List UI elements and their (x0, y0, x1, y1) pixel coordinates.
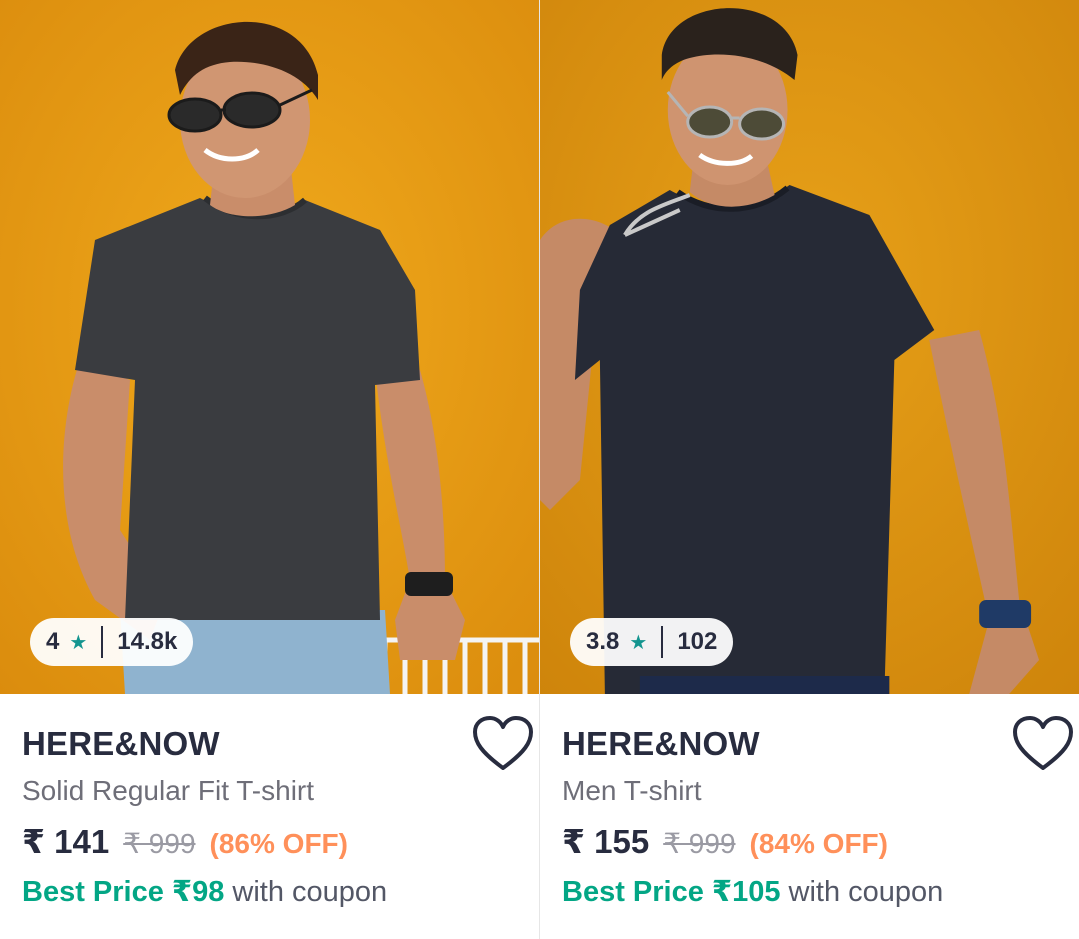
rating-badge: 4 ★ 14.8k (30, 618, 194, 666)
rating-divider (661, 626, 664, 658)
product-info[interactable]: HERE&NOW Solid Regular Fit T-shirt ₹ 141… (0, 694, 539, 912)
heart-outline-icon[interactable] (471, 714, 535, 774)
price-row: ₹ 155 ₹ 999 (84% OFF) (562, 822, 1057, 864)
best-price: Best Price ₹98 (22, 876, 225, 908)
discount-label: (86% OFF) (209, 828, 348, 859)
rating-badge: 3.8 ★ 102 (570, 618, 734, 666)
product-brand: HERE&NOW (562, 725, 760, 762)
coupon-text: with coupon (224, 876, 388, 908)
rating-count: 14.8k (117, 628, 178, 655)
rating-value: 3.8 (586, 628, 620, 655)
rating-value: 4 (46, 628, 60, 655)
product-info[interactable]: HERE&NOW Men T-shirt ₹ 155 ₹ 999 (84% OF… (540, 694, 1079, 912)
best-price-line: Best Price ₹98 with coupon (22, 872, 517, 912)
product-image[interactable]: 3.8 ★ 102 (540, 0, 1079, 694)
best-price-line: Best Price ₹105 with coupon (562, 872, 1057, 912)
product-card[interactable]: 3.8 ★ 102 HERE&NOW Men T-shirt ₹ 155 ₹ 9… (539, 0, 1079, 939)
selling-price: ₹ 141 (22, 823, 110, 860)
mrp-price: ₹ 999 (123, 828, 196, 859)
mrp-price: ₹ 999 (663, 828, 736, 859)
price-row: ₹ 141 ₹ 999 (86% OFF) (22, 822, 517, 864)
rating-divider (101, 626, 104, 658)
product-title: Solid Regular Fit T-shirt (22, 775, 315, 806)
coupon-text: with coupon (780, 876, 944, 908)
product-title: Men T-shirt (562, 775, 702, 806)
rating-count: 102 (677, 628, 718, 655)
product-grid: 4 ★ 14.8k HERE&NOW Solid Regular Fit T-s… (0, 0, 1079, 939)
star-icon: ★ (629, 631, 648, 654)
product-image[interactable]: 4 ★ 14.8k (0, 0, 539, 694)
star-icon: ★ (69, 631, 88, 654)
product-photo (540, 0, 1079, 694)
product-card[interactable]: 4 ★ 14.8k HERE&NOW Solid Regular Fit T-s… (0, 0, 539, 939)
heart-outline-icon[interactable] (1011, 714, 1075, 774)
product-brand: HERE&NOW (22, 725, 220, 762)
best-price: Best Price ₹105 (562, 876, 781, 908)
discount-label: (84% OFF) (749, 828, 888, 859)
product-photo (0, 0, 539, 694)
selling-price: ₹ 155 (562, 823, 650, 860)
